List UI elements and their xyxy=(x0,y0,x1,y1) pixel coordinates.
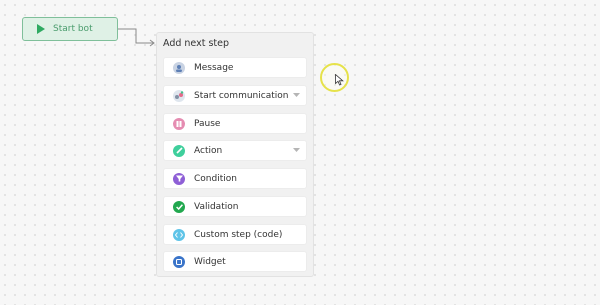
dropdown-caret-icon[interactable] xyxy=(293,148,300,153)
dropdown-caret-icon[interactable] xyxy=(293,93,300,98)
widget-icon xyxy=(173,255,185,268)
menu-item-condition[interactable]: Condition xyxy=(163,168,307,189)
pause-icon xyxy=(173,117,185,130)
menu-item-validation[interactable]: Validation xyxy=(163,196,307,217)
condition-icon xyxy=(173,172,185,185)
mouse-cursor-icon xyxy=(335,74,344,86)
menu-item-custom-step[interactable]: Custom step (code) xyxy=(163,224,307,245)
menu-item-action[interactable]: Action xyxy=(163,140,307,161)
validation-icon xyxy=(173,200,185,213)
menu-item-pause[interactable]: Pause xyxy=(163,113,307,134)
menu-item-widget[interactable]: Widget xyxy=(163,251,307,272)
menu-item-start-communication[interactable]: Start communication xyxy=(163,85,307,106)
panel-title: Add next step xyxy=(163,38,230,49)
start-communication-icon xyxy=(173,89,185,102)
action-icon xyxy=(173,144,185,157)
menu-item-message[interactable]: Message xyxy=(163,57,307,78)
play-icon xyxy=(37,24,45,34)
add-next-step-panel: Add next step Message Start communicatio… xyxy=(156,32,314,277)
start-bot-node[interactable]: Start bot xyxy=(22,17,118,41)
custom-code-icon xyxy=(173,228,185,241)
start-bot-label: Start bot xyxy=(53,24,93,34)
message-icon xyxy=(173,61,185,74)
